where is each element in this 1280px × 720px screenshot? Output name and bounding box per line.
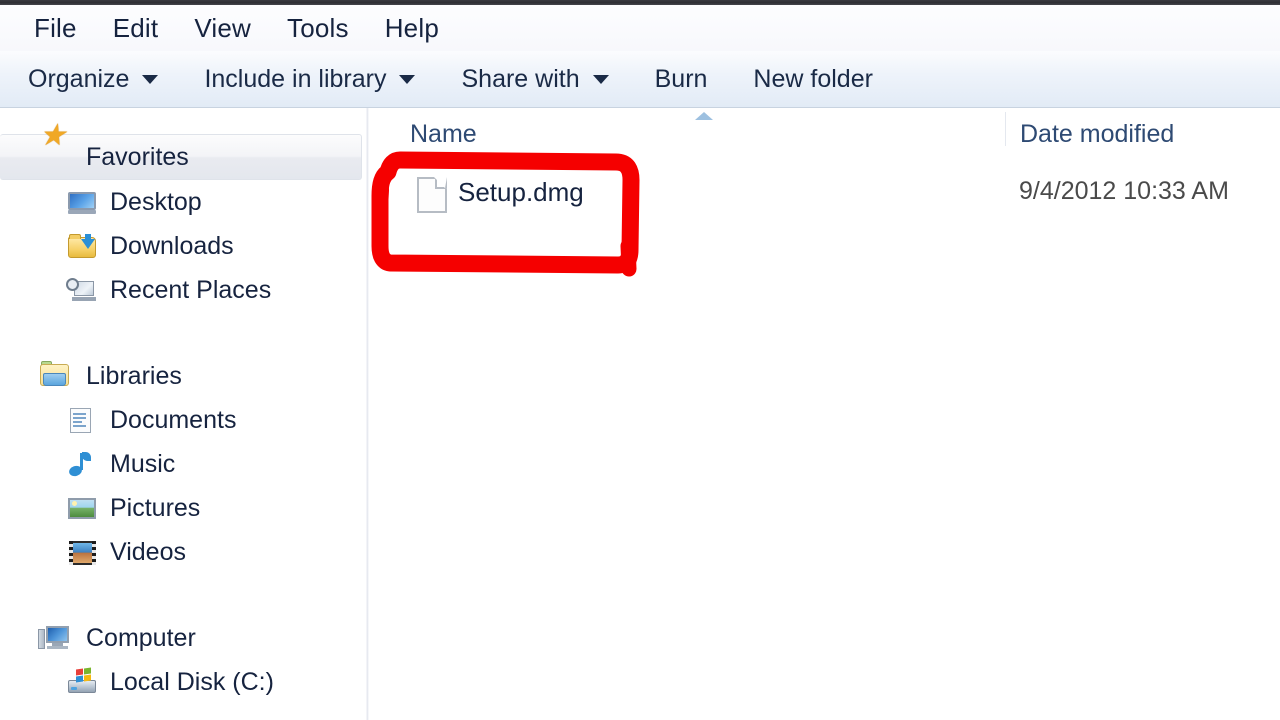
file-list-pane: Name Date modified Setup.dmg 9/4/2012 10…	[369, 108, 1280, 720]
sidebar-item-downloads[interactable]: Downloads	[0, 224, 366, 268]
organize-button[interactable]: Organize	[28, 64, 159, 94]
column-header-row: Name Date modified	[369, 108, 1280, 156]
sidebar-item-pictures[interactable]: Pictures	[0, 486, 366, 530]
organize-label: Organize	[28, 64, 130, 93]
videos-icon	[66, 538, 96, 566]
chevron-down-icon	[399, 74, 416, 84]
hard-disk-icon	[66, 667, 96, 696]
sidebar-item-libraries[interactable]: Libraries	[0, 354, 366, 398]
menu-edit[interactable]: Edit	[95, 11, 177, 46]
navigation-pane: Favorites Desktop Downloads Recent Place…	[0, 108, 366, 720]
menu-view[interactable]: View	[176, 11, 269, 46]
share-with-button[interactable]: Share with	[461, 64, 609, 94]
sidebar-label-favorites: Favorites	[86, 142, 189, 171]
libraries-icon	[38, 361, 72, 391]
sidebar-label-videos: Videos	[110, 537, 186, 566]
sidebar-label-documents: Documents	[110, 405, 237, 434]
sidebar-item-desktop[interactable]: Desktop	[0, 180, 366, 224]
music-note-icon	[66, 450, 96, 478]
command-bar: Organize Include in library Share with B…	[0, 51, 1280, 108]
menu-file[interactable]: File	[16, 11, 95, 46]
sidebar-item-recent-places[interactable]: Recent Places	[0, 268, 366, 312]
new-folder-button[interactable]: New folder	[753, 65, 873, 94]
sidebar-item-music[interactable]: Music	[0, 442, 366, 486]
burn-label: Burn	[654, 64, 708, 93]
sidebar-label-pictures: Pictures	[110, 493, 201, 522]
burn-button[interactable]: Burn	[655, 65, 708, 94]
chevron-down-icon	[142, 74, 159, 84]
sidebar-item-computer[interactable]: Computer	[0, 616, 366, 660]
include-in-library-label: Include in library	[204, 64, 387, 93]
share-with-label: Share with	[461, 64, 580, 93]
menu-tools[interactable]: Tools	[269, 11, 367, 46]
sidebar-label-libraries: Libraries	[86, 361, 182, 390]
sidebar-label-recent-places: Recent Places	[110, 275, 272, 304]
sidebar-item-videos[interactable]: Videos	[0, 530, 366, 574]
column-header-name[interactable]: Name	[410, 120, 477, 149]
computer-icon	[38, 623, 72, 653]
sidebar-label-local-disk-c: Local Disk (C:)	[110, 667, 274, 696]
sidebar-item-local-disk-c[interactable]: Local Disk (C:)	[0, 660, 366, 704]
recent-places-icon	[66, 276, 96, 304]
table-row[interactable]: Setup.dmg 9/4/2012 10:33 AM	[369, 168, 1280, 220]
new-folder-label: New folder	[753, 64, 873, 93]
file-date-modified-cell: 9/4/2012 10:33 AM	[1019, 177, 1229, 205]
sidebar-label-music: Music	[110, 449, 176, 478]
include-in-library-button[interactable]: Include in library	[204, 64, 416, 94]
sidebar-item-documents[interactable]: Documents	[0, 398, 366, 442]
sidebar-label-downloads: Downloads	[110, 231, 234, 260]
menu-bar: File Edit View Tools Help	[0, 5, 1280, 51]
column-separator[interactable]	[1005, 112, 1006, 146]
nav-group-spacer-2	[0, 574, 366, 616]
sidebar-label-computer: Computer	[86, 623, 196, 652]
documents-icon	[66, 406, 96, 434]
downloads-folder-icon	[66, 232, 96, 260]
sidebar-label-desktop: Desktop	[110, 187, 202, 216]
desktop-icon	[66, 188, 96, 216]
star-icon	[38, 121, 72, 172]
explorer-content: Favorites Desktop Downloads Recent Place…	[0, 108, 1280, 720]
chevron-down-icon	[592, 74, 609, 84]
generic-file-icon	[417, 177, 447, 213]
column-header-date-modified[interactable]: Date modified	[1020, 120, 1174, 149]
sort-ascending-icon	[695, 112, 713, 120]
menu-help[interactable]: Help	[367, 11, 457, 46]
file-name-cell[interactable]: Setup.dmg	[458, 177, 584, 208]
pictures-icon	[66, 494, 96, 522]
explorer-window: File Edit View Tools Help Organize Inclu…	[0, 0, 1280, 720]
sidebar-item-favorites[interactable]: Favorites	[0, 121, 362, 180]
nav-group-spacer-1	[0, 312, 366, 354]
